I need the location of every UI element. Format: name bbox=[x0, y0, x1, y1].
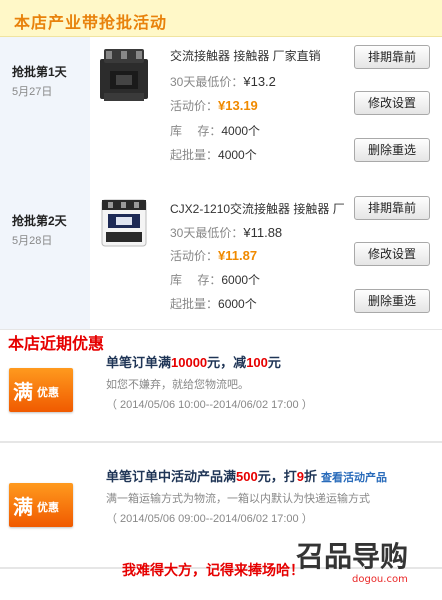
promo-title-suffix: 元 bbox=[267, 355, 281, 370]
low-price-label: 30天最低价： bbox=[170, 226, 244, 240]
badge-big-text: 满 bbox=[13, 382, 33, 404]
full-discount-badge-icon: 满 优惠 bbox=[9, 483, 73, 527]
min-qty-value: 4000个 bbox=[218, 148, 257, 162]
activity-price-value: ¥13.19 bbox=[218, 98, 258, 113]
day-date: 5月28日 bbox=[12, 235, 53, 247]
promo-value: 100 bbox=[246, 355, 268, 370]
promo-description: 如您不嫌弃，就给您物流吧。 bbox=[106, 379, 249, 391]
min-qty-line: 起批量：4000个 bbox=[170, 146, 257, 163]
low-price-value: ¥13.2 bbox=[243, 74, 276, 89]
activity-header: 本店产业带抢批活动 bbox=[0, 0, 442, 37]
low-price-value: ¥11.88 bbox=[243, 225, 283, 240]
day-side bbox=[0, 180, 90, 329]
low-price-line: 30天最低价：¥11.88 bbox=[170, 224, 282, 241]
recent-promotions-title: 本店近期优惠 bbox=[8, 336, 105, 353]
promo-title-suffix: 折 bbox=[303, 469, 317, 484]
stock-line: 库 存：4000个 bbox=[170, 122, 260, 139]
badge-small-text: 优惠 bbox=[37, 502, 59, 514]
activity-price-value: ¥11.87 bbox=[218, 248, 258, 263]
divider bbox=[0, 441, 442, 443]
footer-slogan: 我难得大方，记得来捧场哈！ bbox=[122, 562, 304, 578]
schedule-earlier-button[interactable]: 排期靠前 bbox=[354, 196, 430, 220]
delete-reselect-button[interactable]: 删除重选 bbox=[354, 289, 430, 313]
low-price-line: 30天最低价：¥13.2 bbox=[170, 73, 276, 90]
stock-label: 库 存： bbox=[170, 124, 222, 138]
badge-big-text: 满 bbox=[13, 497, 33, 519]
watermark-url-text: dogou.com bbox=[352, 574, 408, 585]
promo-title-mid: 元，减 bbox=[207, 355, 247, 370]
activity-price-line: 活动价：¥11.87 bbox=[170, 247, 257, 264]
edit-settings-button[interactable]: 修改设置 bbox=[354, 91, 430, 115]
day-side bbox=[0, 37, 90, 186]
full-discount-badge-icon: 满 优惠 bbox=[9, 368, 73, 412]
promo-period: （ 2014/05/06 10:00--2014/06/02 17:00 ） bbox=[106, 399, 313, 411]
activity-price-label: 活动价： bbox=[170, 249, 219, 263]
promo-amount: 500 bbox=[236, 469, 258, 484]
contactor-product-image[interactable] bbox=[96, 192, 152, 254]
day-row-1: 抢批第1天 5月27日 交流接触器 接触器 厂家直销 30天最低价：¥13.2 … bbox=[0, 37, 442, 187]
promo-title: 单笔订单满10000元，减100元 bbox=[106, 352, 281, 371]
stock-label: 库 存： bbox=[170, 273, 222, 287]
min-qty-line: 起批量：6000个 bbox=[170, 295, 257, 312]
min-qty-label: 起批量： bbox=[170, 297, 219, 311]
stock-line: 库 存：6000个 bbox=[170, 271, 260, 288]
stock-value: 4000个 bbox=[221, 124, 261, 138]
activity-price-label: 活动价： bbox=[170, 99, 219, 113]
promo-title-prefix: 单笔订单满 bbox=[106, 355, 172, 370]
site-watermark-logo: 召品导购 dogou.com bbox=[296, 536, 436, 586]
badge-small-text: 优惠 bbox=[37, 387, 59, 399]
product-name[interactable]: CJX2-1210交流接触器 接触器 厂 bbox=[170, 200, 346, 217]
low-price-label: 30天最低价： bbox=[170, 75, 244, 89]
day-row-2: 抢批第2天 5月28日 CJX2-1210交流接触器 接触器 厂 30天最低价：… bbox=[0, 180, 442, 330]
promo-description: 满一箱运输方式为物流，一箱以内默认为快递运输方式 bbox=[106, 493, 370, 505]
schedule-earlier-button[interactable]: 排期靠前 bbox=[354, 45, 430, 69]
delete-reselect-button[interactable]: 删除重选 bbox=[354, 138, 430, 162]
promo-title-mid: 元，打 bbox=[257, 469, 297, 484]
stock-value: 6000个 bbox=[221, 273, 261, 287]
activity-title: 本店产业带抢批活动 bbox=[14, 15, 168, 32]
watermark-logo-icon: 召品导购 dogou.com bbox=[296, 540, 408, 585]
watermark-logo-text: 召品导购 bbox=[296, 540, 408, 573]
day-label: 抢批第1天 bbox=[12, 65, 67, 79]
activity-price-line: 活动价：¥13.19 bbox=[170, 97, 258, 114]
min-qty-value: 6000个 bbox=[218, 297, 257, 311]
promo-amount: 10000 bbox=[171, 355, 208, 370]
promo-title: 单笔订单中活动产品满500元，打9折 查看活动产品 bbox=[106, 466, 387, 485]
view-activity-products-link[interactable]: 查看活动产品 bbox=[321, 472, 387, 484]
contactor-product-image[interactable] bbox=[96, 45, 152, 107]
min-qty-label: 起批量： bbox=[170, 148, 219, 162]
day-label: 抢批第2天 bbox=[12, 214, 67, 228]
promo-title-prefix: 单笔订单中活动产品满 bbox=[106, 469, 237, 484]
promo-value: 9 bbox=[296, 469, 304, 484]
product-name[interactable]: 交流接触器 接触器 厂家直销 bbox=[170, 47, 346, 64]
promo-period: （ 2014/05/06 09:00--2014/06/02 17:00 ） bbox=[106, 513, 313, 525]
edit-settings-button[interactable]: 修改设置 bbox=[354, 242, 430, 266]
day-date: 5月27日 bbox=[12, 86, 53, 98]
